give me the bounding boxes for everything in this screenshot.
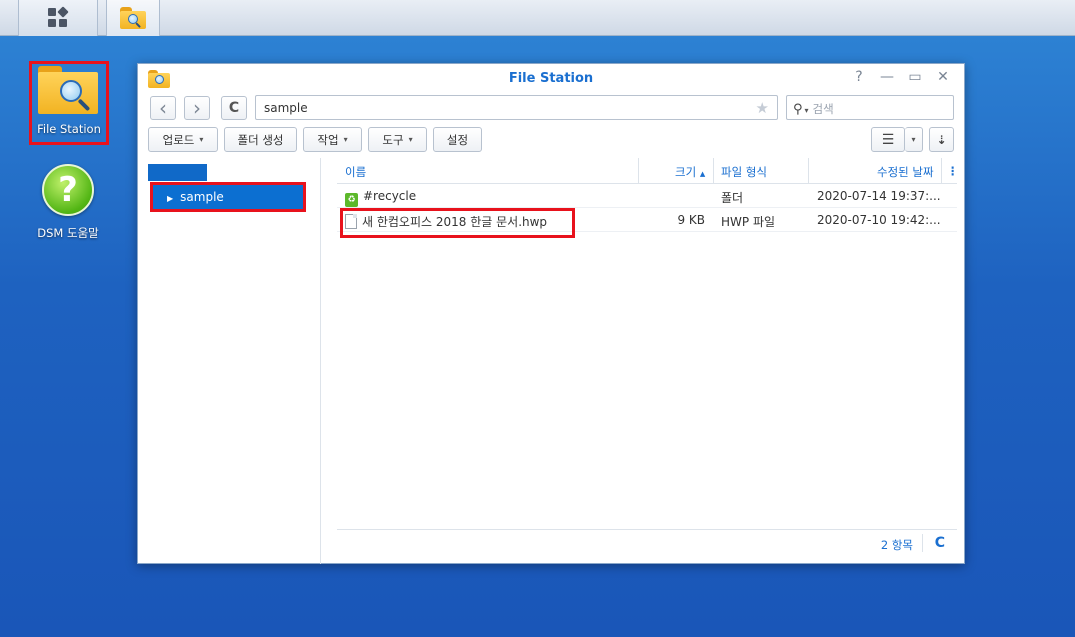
list-view-icon: ☰ xyxy=(881,131,895,148)
chevron-down-icon: ▾ xyxy=(199,135,204,144)
window-title: File Station xyxy=(508,71,594,86)
sort-icon: ⇣ xyxy=(936,132,947,147)
search-placeholder: 검색 xyxy=(812,102,834,116)
chevron-right-icon: › xyxy=(193,96,201,120)
refresh-icon[interactable]: C xyxy=(935,535,945,551)
view-list-button[interactable]: ☰ xyxy=(871,127,905,152)
column-header-modified[interactable]: 수정된 날짜 xyxy=(877,164,934,180)
search-icon: ⚲ xyxy=(793,102,803,117)
path-input[interactable]: sample ★ xyxy=(255,95,778,120)
table-row[interactable]: ♻ #recycle 폴더 2020-07-14 19:37:... xyxy=(337,184,957,208)
file-type: HWP 파일 xyxy=(721,215,776,229)
folder-tree: ▶ sample xyxy=(138,158,321,564)
help-button[interactable]: ? xyxy=(852,69,866,85)
settings-label: 설정 xyxy=(446,132,469,147)
settings-button[interactable]: 설정 xyxy=(433,127,482,152)
expand-arrow-icon[interactable]: ▶ xyxy=(167,194,173,203)
recycle-folder-icon: ♻ xyxy=(345,193,358,207)
taskbar-file-station-button[interactable] xyxy=(106,0,160,36)
chevron-left-icon: ‹ xyxy=(159,96,167,120)
tools-label: 도구 xyxy=(382,132,404,147)
action-label: 작업 xyxy=(317,132,339,147)
help-icon: ? xyxy=(42,164,94,216)
item-count: 2 항목 xyxy=(880,538,913,552)
new-folder-button[interactable]: 폴더 생성 xyxy=(224,127,297,152)
file-station-icon xyxy=(38,66,98,114)
main-menu-icon xyxy=(48,6,69,28)
tree-root-selection[interactable] xyxy=(148,164,207,181)
chevron-down-icon: ▾ xyxy=(343,135,348,144)
file-type: 폴더 xyxy=(721,191,744,205)
desktop-file-station[interactable]: File Station xyxy=(29,61,109,145)
back-button[interactable]: ‹ xyxy=(150,96,176,120)
refresh-icon: C xyxy=(228,100,240,116)
search-input[interactable]: ⚲ ▾ 검색 xyxy=(786,95,954,120)
action-button[interactable]: 작업 ▾ xyxy=(303,127,362,152)
star-icon[interactable]: ★ xyxy=(756,99,769,117)
file-highlight-box xyxy=(340,208,575,238)
desktop-file-station-label: File Station xyxy=(37,122,101,136)
path-text: sample xyxy=(264,101,308,115)
file-name: #recycle xyxy=(363,189,417,203)
chevron-down-icon: ▾ xyxy=(911,135,916,144)
taskbar xyxy=(0,0,1075,36)
list-header: 이름 크기 ▲ 파일 형식 수정된 날짜 ⋮ xyxy=(337,158,959,184)
file-station-icon xyxy=(120,7,146,29)
close-button[interactable]: ✕ xyxy=(936,69,950,85)
column-header-name[interactable]: 이름 xyxy=(345,164,366,180)
desktop-help-label: DSM 도움말 xyxy=(37,226,99,240)
column-header-type[interactable]: 파일 형식 xyxy=(721,164,767,180)
window-titlebar[interactable]: File Station ? — ▭ ✕ xyxy=(138,64,964,92)
file-modified: 2020-07-10 19:42:... xyxy=(817,213,941,227)
sort-button[interactable]: ⇣ xyxy=(929,127,954,152)
new-folder-label: 폴더 생성 xyxy=(237,132,284,147)
file-station-window: File Station ? — ▭ ✕ ‹ › C sample ★ ⚲ ▾ 검색… xyxy=(137,63,965,564)
maximize-button[interactable]: ▭ xyxy=(908,69,922,85)
sort-asc-icon: ▲ xyxy=(699,170,706,178)
tree-item-sample[interactable]: ▶ sample xyxy=(150,182,306,212)
size-header-label: 크기 xyxy=(675,165,697,179)
status-bar: 2 항목 C xyxy=(337,529,957,556)
file-size: 9 KB xyxy=(677,213,705,227)
main-menu-button[interactable] xyxy=(18,0,98,36)
column-header-size[interactable]: 크기 ▲ xyxy=(675,164,705,180)
forward-button[interactable]: › xyxy=(184,96,210,120)
upload-button[interactable]: 업로드 ▾ xyxy=(148,127,218,152)
refresh-button[interactable]: C xyxy=(221,96,247,120)
tree-item-label: sample xyxy=(180,190,224,204)
chevron-down-icon: ▾ xyxy=(408,135,413,144)
upload-label: 업로드 xyxy=(162,132,195,147)
desktop-dsm-help[interactable]: ? DSM 도움말 xyxy=(28,164,108,241)
search-dropdown-icon[interactable]: ▾ xyxy=(805,106,809,115)
minimize-button[interactable]: — xyxy=(880,69,894,85)
column-options-icon[interactable]: ⋮ xyxy=(947,164,959,178)
view-dropdown-button[interactable]: ▾ xyxy=(905,127,923,152)
tools-button[interactable]: 도구 ▾ xyxy=(368,127,427,152)
file-modified: 2020-07-14 19:37:... xyxy=(817,189,941,203)
